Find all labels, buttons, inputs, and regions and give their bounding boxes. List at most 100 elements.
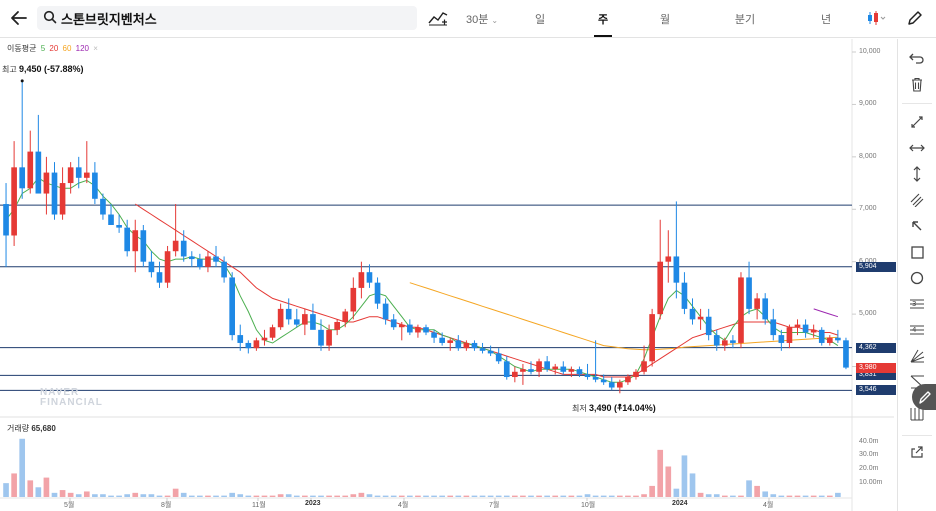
volume-bar <box>528 495 534 497</box>
drawing-mode-button[interactable] <box>912 384 936 410</box>
close-legend-icon[interactable]: × <box>93 44 98 53</box>
volume-bar <box>625 495 631 497</box>
volume-bar <box>326 495 332 497</box>
candle-body <box>27 151 34 189</box>
candle-body <box>19 167 26 189</box>
tab-month[interactable]: 월 <box>645 11 685 27</box>
trash-icon[interactable] <box>904 73 930 95</box>
volume-bar <box>172 488 179 497</box>
volume-bar <box>738 495 744 497</box>
interval-select[interactable]: 30분 ⌄ <box>462 11 502 27</box>
candle-body <box>318 329 324 346</box>
x-tick-label: 2023 <box>305 500 321 507</box>
volume-bar <box>75 494 82 497</box>
volume-tick-label: 20.0m <box>859 465 879 473</box>
volume-bar <box>730 495 736 497</box>
trendline-icon[interactable] <box>904 111 930 133</box>
volume-bar <box>762 491 769 497</box>
candle-body <box>786 327 793 343</box>
ma-60-label: 60 <box>62 44 72 53</box>
tab-day[interactable]: 일 <box>520 11 560 27</box>
candle-body <box>51 172 58 215</box>
volume-bar <box>277 494 284 497</box>
compare-chart-icon[interactable] <box>428 9 448 27</box>
candle-body <box>197 259 203 267</box>
tab-week[interactable]: 주 <box>583 11 623 27</box>
price-chart[interactable] <box>0 39 894 511</box>
volume-bar <box>205 495 211 497</box>
candle-body <box>277 308 284 328</box>
candle-body <box>205 256 211 267</box>
volume-bar <box>544 495 550 497</box>
candle-body <box>221 261 227 278</box>
undo-icon[interactable] <box>904 47 930 69</box>
volume-bar <box>156 495 163 497</box>
candle-body <box>592 377 599 380</box>
stock-search-box[interactable]: 스톤브릿지벤처스 <box>37 6 417 30</box>
volume-bar <box>786 495 793 497</box>
candle-body <box>3 204 9 236</box>
volume-bar <box>59 490 66 497</box>
candle-body <box>310 314 316 330</box>
fibonacci-fan-icon[interactable]: 4 <box>904 319 930 341</box>
candle-body <box>326 329 332 346</box>
vertical-line-icon[interactable] <box>904 163 930 185</box>
volume-bar <box>681 455 688 497</box>
volume-bar <box>818 495 825 497</box>
candle-body <box>520 369 526 372</box>
volume-bar <box>608 495 615 497</box>
candle-body <box>713 335 720 346</box>
share-icon[interactable] <box>904 441 930 463</box>
candle-body <box>269 327 276 338</box>
candle-body <box>447 340 454 343</box>
tab-quarter[interactable]: 분기 <box>725 11 765 27</box>
horizontal-line-icon[interactable] <box>904 137 930 159</box>
candlestick-type-icon[interactable] <box>866 9 886 27</box>
x-tick-label: 8월 <box>161 502 172 509</box>
volume-bar <box>342 495 349 497</box>
candle-body <box>358 272 365 288</box>
candle-body <box>172 240 179 252</box>
parallel-channel-icon[interactable] <box>904 189 930 211</box>
volume-bar <box>237 494 244 497</box>
candle-body <box>67 167 74 184</box>
drawing-toolbar: 3 4 <box>897 39 936 511</box>
arrow-icon[interactable] <box>904 215 930 237</box>
candle-body <box>600 379 607 383</box>
high-price-label: 최고 9,450 (-57.88%) <box>2 64 84 74</box>
volume-bar <box>447 495 454 497</box>
volume-bar <box>592 495 599 497</box>
volume-bar <box>350 494 357 497</box>
circle-icon[interactable] <box>904 267 930 289</box>
candle-body <box>503 361 510 378</box>
candle-body <box>43 172 50 194</box>
volume-tick-label: 40.0m <box>859 437 879 445</box>
rectangle-icon[interactable] <box>904 241 930 263</box>
candle-body <box>576 369 583 375</box>
candle-body <box>302 314 308 325</box>
volume-bar <box>721 495 728 497</box>
fibonacci-icon[interactable]: 3 <box>904 293 930 315</box>
candle-body <box>245 342 252 349</box>
candle-body <box>164 251 171 283</box>
price-level-label: 5,904 <box>856 261 896 272</box>
volume-bar <box>43 477 50 497</box>
pencil-icon[interactable] <box>906 9 926 27</box>
candle-body <box>350 287 357 312</box>
low-price-label: 최저 3,490 (+14.04%) <box>572 403 656 413</box>
volume-bar <box>92 494 98 497</box>
candle-body <box>608 382 615 388</box>
volume-bar <box>520 495 526 497</box>
x-tick-label: 7월 <box>489 502 500 509</box>
back-arrow-icon[interactable] <box>8 7 30 29</box>
volume-bar <box>794 495 801 497</box>
volume-bar <box>754 485 760 497</box>
gann-fan-icon[interactable] <box>904 345 930 367</box>
volume-bar <box>132 492 139 497</box>
y-tick-label: 10,000 <box>859 48 881 55</box>
volume-bar <box>479 495 486 497</box>
tab-year[interactable]: 년 <box>806 11 846 27</box>
volume-bar <box>471 495 478 497</box>
volume-bar <box>560 495 567 497</box>
candle-body <box>108 214 114 225</box>
